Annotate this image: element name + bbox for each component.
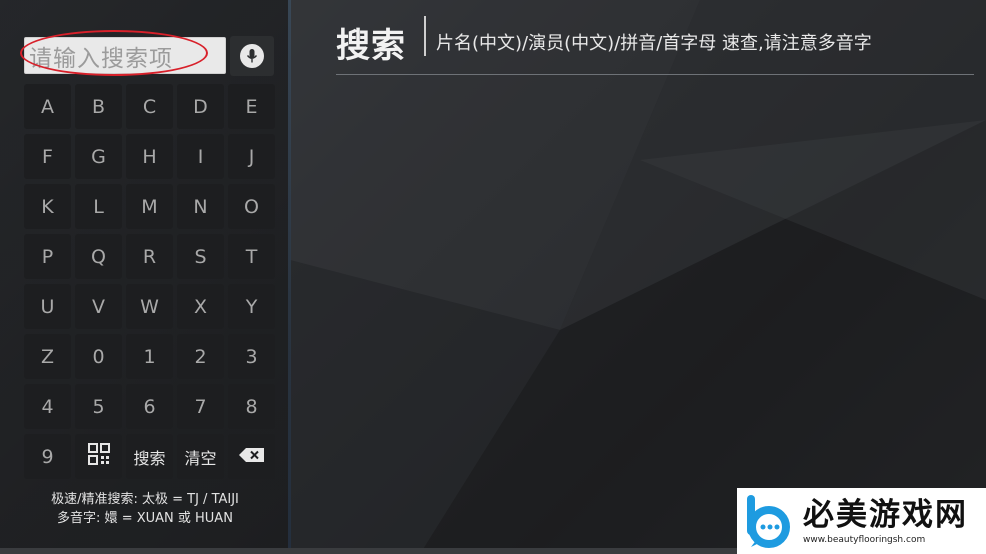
key-2[interactable]: 2 — [177, 334, 224, 379]
key-9[interactable]: 9 — [24, 434, 71, 479]
key-5[interactable]: 5 — [75, 384, 122, 429]
watermark-logo-icon — [747, 495, 790, 548]
watermark-url: www.beautyflooringsh.com — [803, 535, 926, 545]
key-u[interactable]: U — [24, 284, 71, 329]
key-n[interactable]: N — [177, 184, 224, 229]
key-s[interactable]: S — [177, 234, 224, 279]
key-4[interactable]: 4 — [24, 384, 71, 429]
page-title: 搜索 — [336, 26, 406, 66]
key-k[interactable]: K — [24, 184, 71, 229]
key-y[interactable]: Y — [228, 284, 275, 329]
key-1[interactable]: 1 — [126, 334, 173, 379]
key-d[interactable]: D — [177, 84, 224, 129]
key-i[interactable]: I — [177, 134, 224, 179]
search-screen: 请输入搜索项 ABCDEFGHIJKLMNOPQRSTUVWXYZ0123456… — [0, 0, 986, 554]
key-f[interactable]: F — [24, 134, 71, 179]
key-p[interactable]: P — [24, 234, 71, 279]
key-j[interactable]: J — [228, 134, 275, 179]
key-a[interactable]: A — [24, 84, 71, 129]
clear-button[interactable]: 清空 — [177, 434, 224, 479]
key-g[interactable]: G — [75, 134, 122, 179]
title-separator — [424, 16, 426, 56]
key-o[interactable]: O — [228, 184, 275, 229]
page-subtitle: 片名(中文)/演员(中文)/拼音/首字母 速查,请注意多音字 — [436, 33, 872, 54]
search-tip-line-1: 极速/精准搜索: 太极 = TJ / TAIJI — [51, 492, 239, 507]
key-q[interactable]: Q — [75, 234, 122, 279]
key-e[interactable]: E — [228, 84, 275, 129]
key-x[interactable]: X — [177, 284, 224, 329]
key-7[interactable]: 7 — [177, 384, 224, 429]
key-b[interactable]: B — [75, 84, 122, 129]
key-l[interactable]: L — [75, 184, 122, 229]
key-r[interactable]: R — [126, 234, 173, 279]
key-w[interactable]: W — [126, 284, 173, 329]
on-screen-keyboard: ABCDEFGHIJKLMNOPQRSTUVWXYZ0123456789 搜索 … — [24, 84, 276, 479]
qr-code-button[interactable] — [75, 434, 122, 479]
header-divider — [336, 74, 974, 75]
microphone-icon — [240, 44, 264, 68]
backspace-button[interactable] — [228, 434, 275, 479]
bottom-strip — [0, 548, 737, 554]
key-6[interactable]: 6 — [126, 384, 173, 429]
key-h[interactable]: H — [126, 134, 173, 179]
search-tip-line-2: 多音字: 嬛 = XUAN 或 HUAN — [57, 511, 233, 526]
key-0[interactable]: 0 — [75, 334, 122, 379]
watermark: 必美游戏网 www.beautyflooringsh.com — [737, 488, 986, 554]
backspace-icon — [238, 446, 266, 468]
key-z[interactable]: Z — [24, 334, 71, 379]
qr-code-icon — [87, 442, 111, 471]
search-button[interactable]: 搜索 — [126, 434, 173, 479]
key-v[interactable]: V — [75, 284, 122, 329]
key-c[interactable]: C — [126, 84, 173, 129]
key-8[interactable]: 8 — [228, 384, 275, 429]
panel-divider — [288, 0, 291, 554]
key-t[interactable]: T — [228, 234, 275, 279]
key-3[interactable]: 3 — [228, 334, 275, 379]
highlight-circle-annotation — [20, 30, 208, 76]
key-m[interactable]: M — [126, 184, 173, 229]
voice-search-button[interactable] — [230, 36, 274, 76]
watermark-title: 必美游戏网 — [803, 497, 968, 533]
